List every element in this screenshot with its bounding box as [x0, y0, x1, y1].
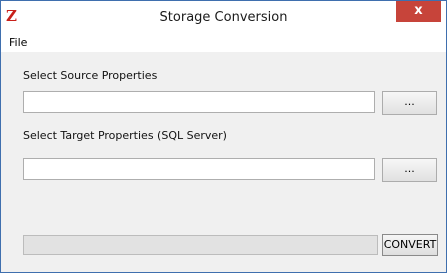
source-browse-button[interactable]: ...	[382, 91, 437, 115]
window-title: Storage Conversion	[159, 10, 288, 25]
title-bar[interactable]: Z Storage Conversion x	[1, 1, 446, 35]
conversion-progress-bar	[23, 235, 378, 255]
menu-bar: File	[1, 35, 446, 52]
close-button[interactable]: x	[396, 1, 441, 22]
convert-button[interactable]: CONVERT	[382, 234, 438, 256]
target-browse-button[interactable]: ...	[382, 158, 437, 182]
main-panel: Select Source Properties ... Select Targ…	[1, 52, 446, 272]
menu-item-file[interactable]: File	[9, 36, 27, 49]
source-properties-label: Select Source Properties	[23, 69, 158, 82]
target-properties-input[interactable]	[23, 158, 375, 180]
target-properties-label: Select Target Properties (SQL Server)	[23, 129, 227, 142]
source-properties-input[interactable]	[23, 91, 375, 113]
main-window: Z Storage Conversion x File Select Sourc…	[0, 0, 447, 273]
